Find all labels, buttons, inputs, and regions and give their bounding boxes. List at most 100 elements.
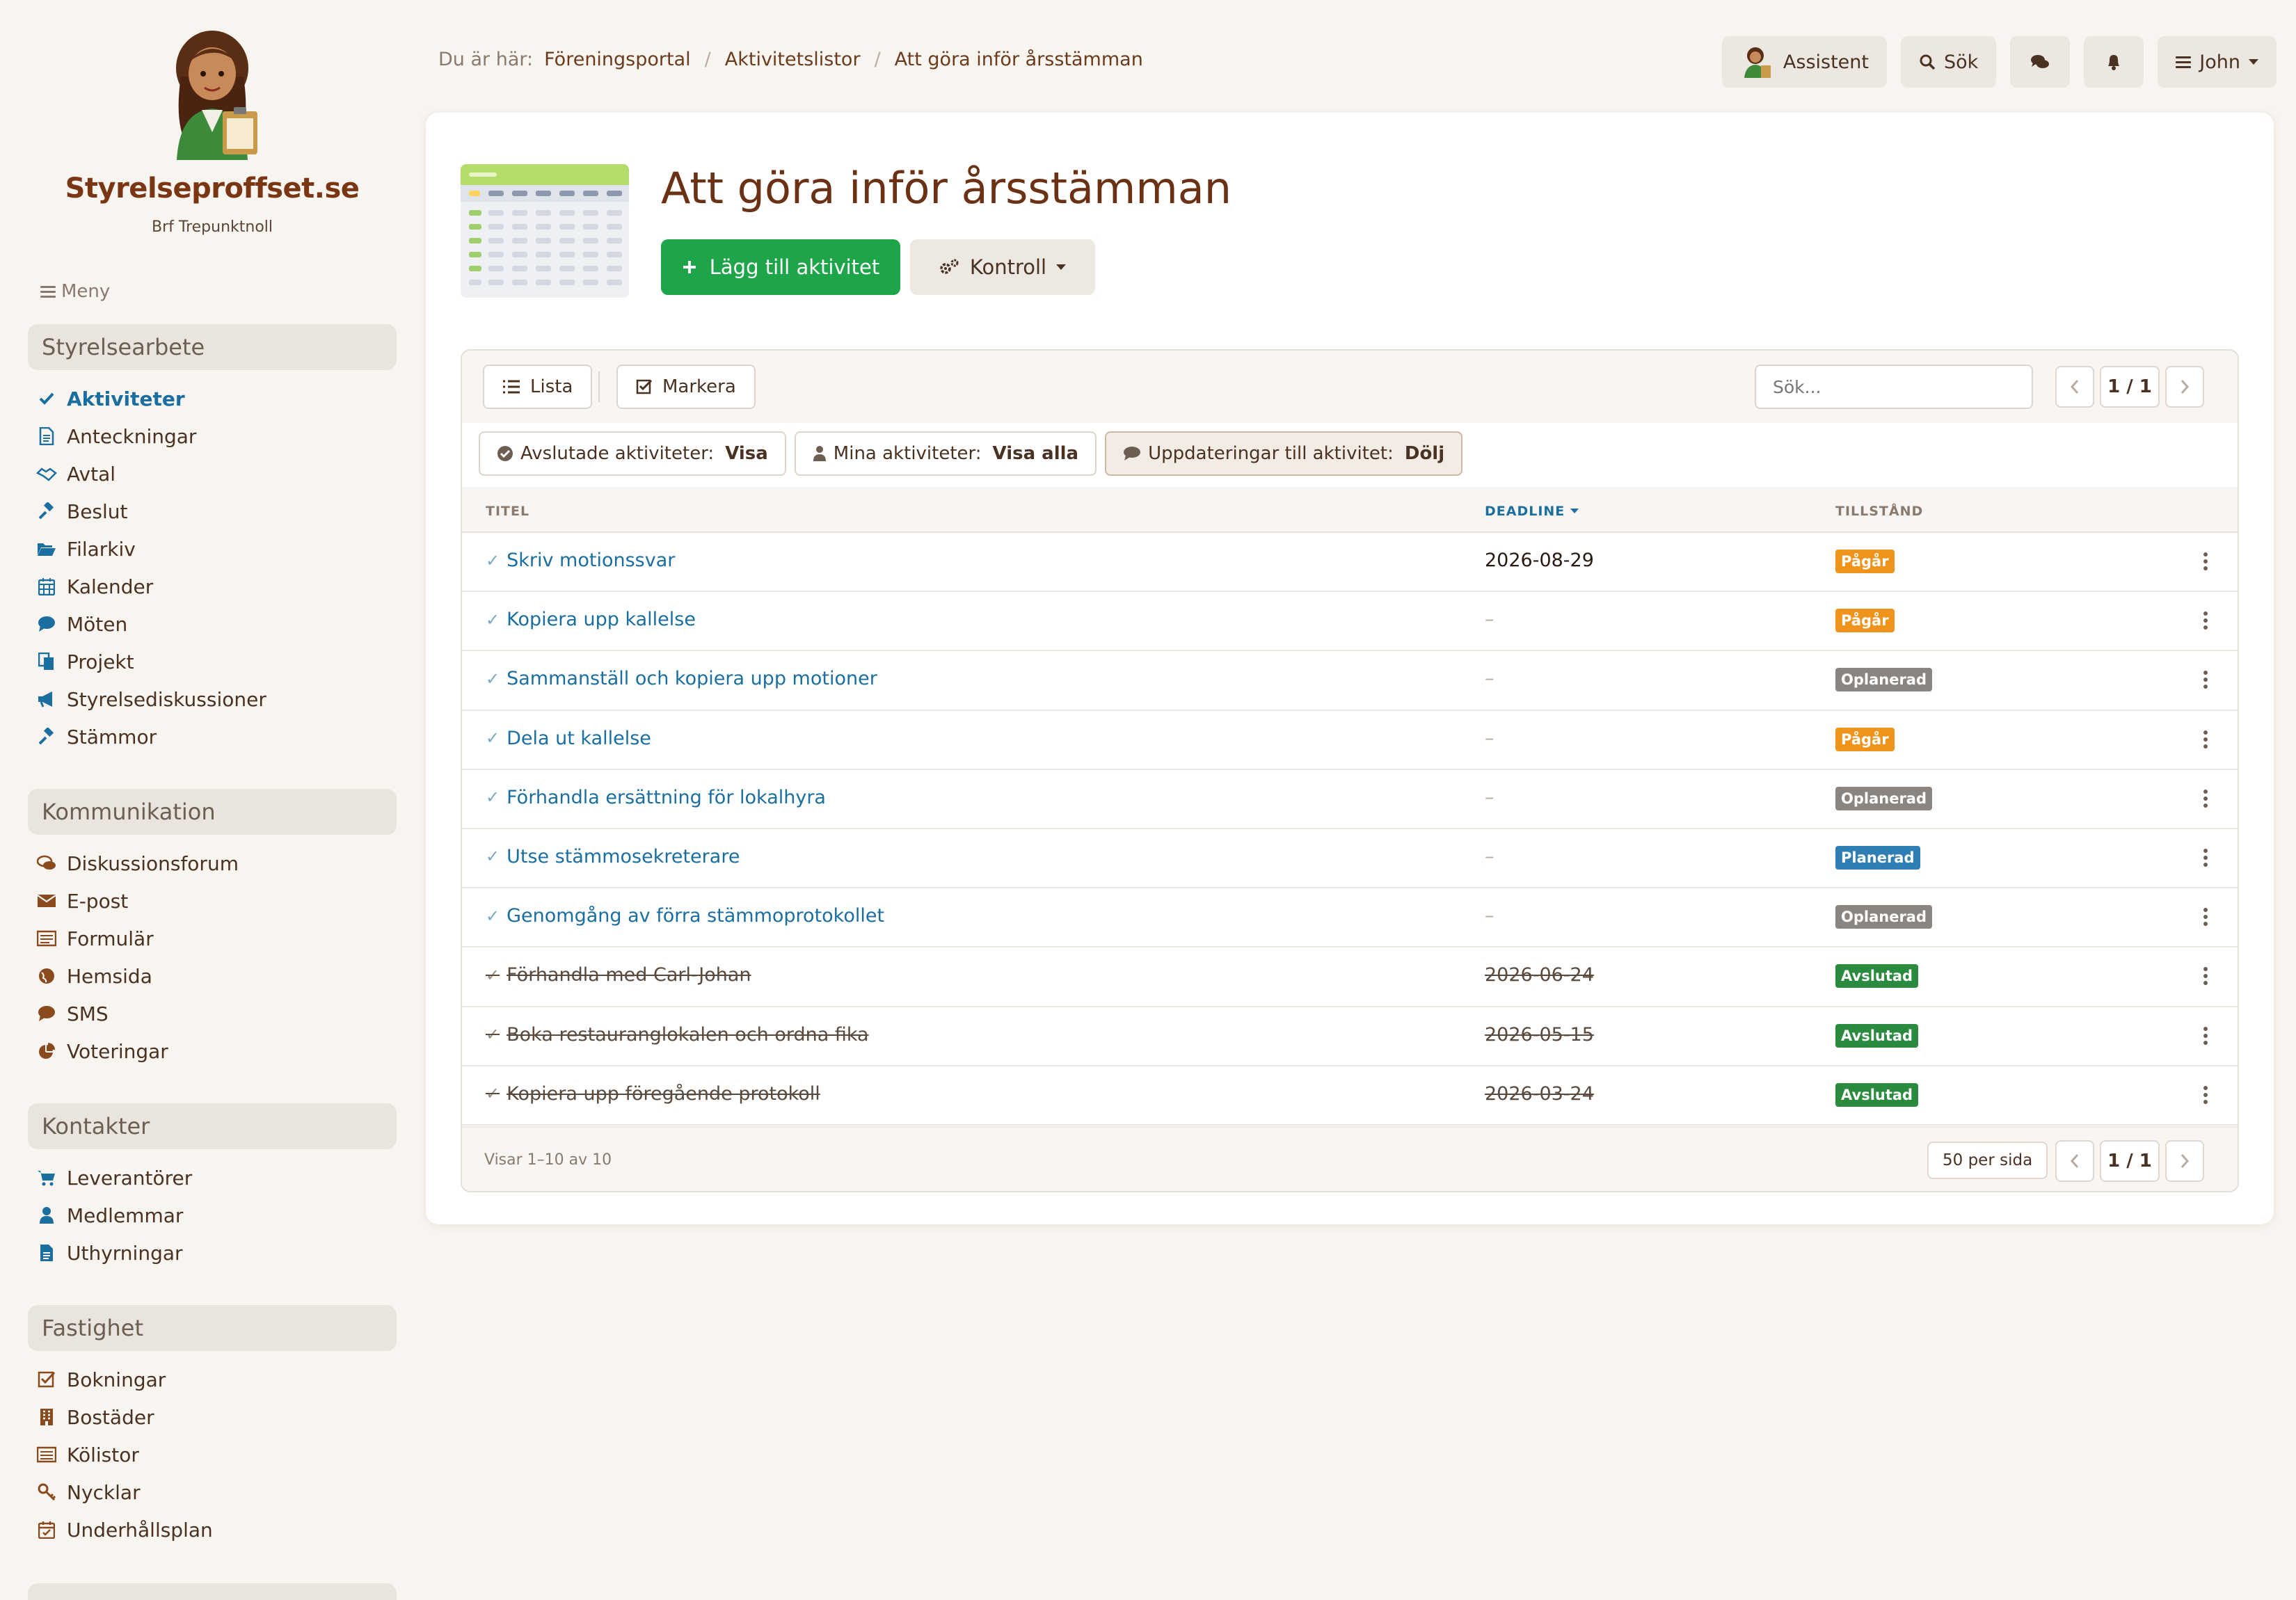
row-actions-menu-icon[interactable]	[2201, 1026, 2210, 1045]
column-header-title[interactable]: TITEL	[486, 504, 529, 519]
breadcrumb-prefix: Du är här:	[438, 49, 534, 70]
next-page-button[interactable]	[2165, 1140, 2204, 1182]
activity-title-link[interactable]: ✓ Sammanställ och kopiera upp motioner	[486, 668, 877, 689]
row-actions-menu-icon[interactable]	[2201, 967, 2210, 986]
row-actions-menu-icon[interactable]	[2201, 908, 2210, 927]
sidebar-item-underhallsplan[interactable]: Underhållsplan	[28, 1511, 397, 1549]
table-row: ✓ Utse stämmosekreterare – Planerad	[462, 829, 2238, 889]
menu-toggle[interactable]: Meny	[40, 281, 110, 302]
sidebar-item-label: Filarkiv	[67, 537, 136, 561]
table-search-input[interactable]	[1755, 365, 2033, 409]
sidebar-item-label: Projekt	[67, 650, 134, 673]
nav-section-header-partial[interactable]	[28, 1583, 397, 1600]
sidebar-item-filarkiv[interactable]: Filarkiv	[28, 530, 397, 568]
sidebar-item-medlemmar[interactable]: Medlemmar	[28, 1197, 397, 1234]
breadcrumb-item[interactable]: Föreningsportal	[544, 49, 691, 70]
sidebar-item-kolistor[interactable]: Kölistor	[28, 1436, 397, 1473]
prev-page-button[interactable]	[2055, 1140, 2094, 1182]
sidebar-item-diskussionsforum[interactable]: Diskussionsforum	[28, 845, 397, 882]
activity-title: Sammanställ och kopiera upp motioner	[507, 668, 877, 690]
filter-finished-activities[interactable]: Avslutade aktiviteter: Visa	[479, 431, 786, 476]
chevron-right-icon	[2181, 1154, 2190, 1168]
control-dropdown-button[interactable]: Kontroll	[910, 239, 1095, 295]
row-actions-menu-icon[interactable]	[2201, 552, 2210, 570]
page-indicator[interactable]: 1 / 1	[2100, 1140, 2160, 1182]
row-actions-menu-icon[interactable]	[2201, 671, 2210, 689]
sidebar-item-label: Formulär	[67, 927, 154, 950]
activity-title-link[interactable]: ✓ Genomgång av förra stämmoprotokollet	[486, 905, 884, 927]
row-actions-menu-icon[interactable]	[2201, 730, 2210, 749]
assistant-button[interactable]: Assistent	[1721, 36, 1887, 88]
calendar-check-icon	[36, 1519, 57, 1540]
sidebar-item-nycklar[interactable]: Nycklar	[28, 1473, 397, 1511]
sidebar-item-label: Medlemmar	[67, 1203, 184, 1227]
user-menu-button[interactable]: John	[2158, 36, 2277, 88]
sidebar-item-voteringar[interactable]: Voteringar	[28, 1032, 397, 1070]
circle-check-icon	[497, 446, 513, 461]
list-view-button[interactable]: Lista	[483, 365, 593, 409]
chevron-right-icon	[2181, 380, 2190, 394]
nav-section-header[interactable]: Fastighet	[28, 1305, 397, 1351]
activity-title-link[interactable]: ✓ Förhandla ersättning för lokalhyra	[486, 787, 826, 808]
filter-my-activities[interactable]: Mina aktiviteter: Visa alla	[794, 431, 1097, 476]
sidebar: Styrelseproffset.se Brf Trepunktnoll Men…	[0, 0, 424, 1600]
next-page-button[interactable]	[2165, 366, 2204, 408]
activity-title-link[interactable]: ✓ Kopiera upp kallelse	[486, 609, 696, 630]
sidebar-item-kalender[interactable]: Kalender	[28, 568, 397, 605]
column-header-deadline[interactable]: DEADLINE	[1485, 504, 1579, 519]
search-label: Sök	[1943, 51, 1979, 73]
sidebar-item-label: Leverantörer	[67, 1166, 193, 1190]
messages-button[interactable]	[2010, 36, 2071, 88]
filter-label: Uppdateringar till aktivitet:	[1148, 443, 1394, 464]
activity-title-link[interactable]: ✓ Dela ut kallelse	[486, 728, 651, 749]
table-header: TITEL DEADLINE TILLSTÅND	[462, 487, 2238, 533]
breadcrumb-item[interactable]: Aktivitetslistor	[725, 49, 861, 70]
activity-title-link[interactable]: ✓ Boka restauranglokalen och ordna fika	[486, 1024, 869, 1046]
filter-activity-updates[interactable]: Uppdateringar till aktivitet: Dölj	[1105, 431, 1463, 476]
nav-section-header[interactable]: Kontakter	[28, 1103, 397, 1149]
activity-title-link[interactable]: ✓ Utse stämmosekreterare	[486, 846, 740, 867]
sidebar-item-styrelsediskussioner[interactable]: Styrelsediskussioner	[28, 680, 397, 718]
folder-open-icon	[36, 538, 57, 559]
sidebar-item-avtal[interactable]: Avtal	[28, 455, 397, 493]
breadcrumb: Du är här: Föreningsportal / Aktivitetsl…	[438, 49, 1143, 70]
sidebar-item-aktiviteter[interactable]: Aktiviteter	[28, 380, 397, 417]
gavel-icon	[36, 726, 57, 747]
sidebar-item-hemsida[interactable]: Hemsida	[28, 957, 397, 995]
row-actions-menu-icon[interactable]	[2201, 789, 2210, 808]
status-badge: Oplanerad	[1835, 905, 1933, 929]
sidebar-item-stammor[interactable]: Stämmor	[28, 718, 397, 755]
prev-page-button[interactable]	[2055, 366, 2094, 408]
page-indicator[interactable]: 1 / 1	[2100, 366, 2160, 408]
sidebar-item-moten[interactable]: Möten	[28, 605, 397, 643]
sidebar-item-formular[interactable]: Formulär	[28, 920, 397, 957]
activity-title-link[interactable]: ✓ Kopiera upp föregående protokoll	[486, 1083, 820, 1105]
activity-title-link[interactable]: ✓ Skriv motionssvar	[486, 550, 675, 571]
column-header-state[interactable]: TILLSTÅND	[1835, 504, 1923, 519]
sidebar-item-anteckningar[interactable]: Anteckningar	[28, 417, 397, 455]
sidebar-item-bostader[interactable]: Bostäder	[28, 1398, 397, 1436]
nav-section-header[interactable]: Styrelsearbete	[28, 324, 397, 370]
activity-title: Förhandla med Carl-Johan	[507, 964, 751, 986]
sidebar-item-bokningar[interactable]: Bokningar	[28, 1361, 397, 1398]
sidebar-item-uthyrningar[interactable]: Uthyrningar	[28, 1234, 397, 1272]
add-activity-button[interactable]: Lägg till aktivitet	[661, 239, 900, 295]
notifications-button[interactable]	[2084, 36, 2144, 88]
row-count-info: Visar 1–10 av 10	[484, 1151, 612, 1169]
nav-section-header[interactable]: Kommunikation	[28, 789, 397, 835]
row-actions-menu-icon[interactable]	[2201, 848, 2210, 867]
search-button[interactable]: Sök	[1900, 36, 1997, 88]
activity-title-link[interactable]: ✓ Förhandla med Carl-Johan	[486, 964, 751, 986]
sidebar-item-leverantorer[interactable]: Leverantörer	[28, 1159, 397, 1197]
sidebar-item-e-post[interactable]: E-post	[28, 882, 397, 920]
sidebar-item-projekt[interactable]: Projekt	[28, 643, 397, 680]
breadcrumb-item-current[interactable]: Att göra inför årsstämman	[895, 49, 1143, 70]
logo[interactable]: Styrelseproffset.se Brf Trepunktnoll	[28, 28, 397, 236]
per-page-select[interactable]: 50 per sida	[1927, 1142, 2048, 1179]
breadcrumb-separator: /	[874, 49, 881, 70]
sidebar-item-sms[interactable]: SMS	[28, 995, 397, 1032]
mark-button[interactable]: Markera	[616, 365, 756, 409]
row-actions-menu-icon[interactable]	[2201, 611, 2210, 630]
row-actions-menu-icon[interactable]	[2201, 1085, 2210, 1104]
sidebar-item-beslut[interactable]: Beslut	[28, 493, 397, 530]
